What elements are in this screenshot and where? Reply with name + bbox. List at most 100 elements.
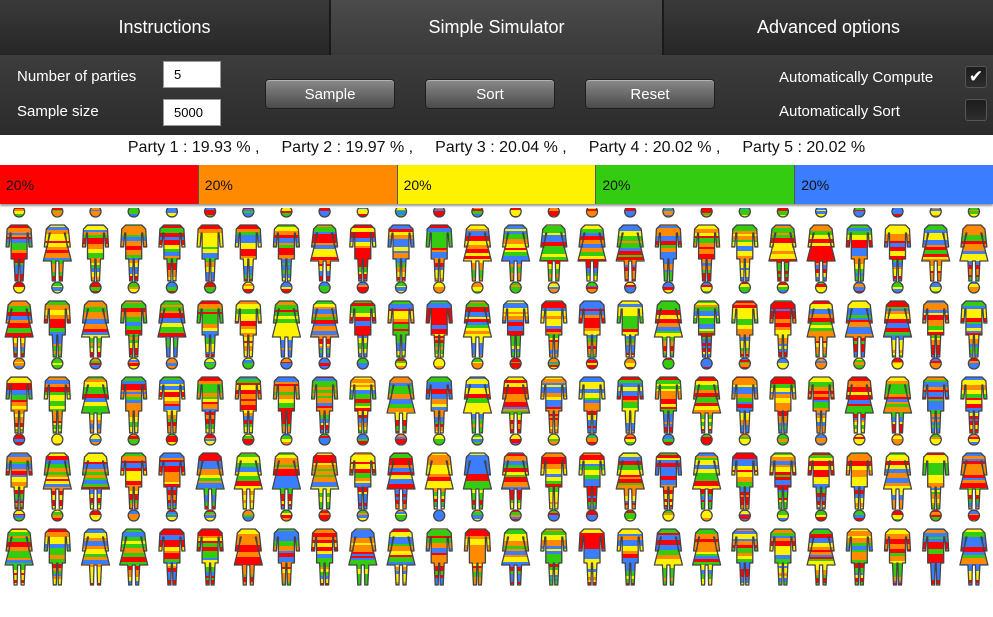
woman-icon	[882, 433, 913, 510]
auto-compute-checkbox[interactable]: ✔	[965, 66, 987, 88]
man-icon	[349, 357, 377, 434]
man-icon	[922, 281, 950, 358]
man-icon	[578, 509, 606, 586]
woman-icon	[806, 281, 836, 358]
man-icon	[387, 281, 415, 358]
woman-icon	[80, 509, 111, 586]
man-icon	[731, 281, 759, 358]
man-icon	[43, 357, 71, 434]
party-2-result: Party 2 : 19.97 % ,	[281, 139, 414, 156]
man-icon	[845, 433, 873, 510]
auto-sort-checkbox[interactable]	[965, 99, 987, 121]
control-panel: Number of parties Sample size Sample Sor…	[0, 55, 993, 135]
parties-input[interactable]	[163, 61, 221, 88]
woman-icon	[539, 208, 569, 282]
man-icon	[807, 357, 835, 434]
man-icon	[425, 281, 453, 358]
man-icon	[769, 433, 797, 510]
woman-icon	[500, 208, 531, 282]
man-icon	[349, 208, 377, 282]
tab-advanced-options[interactable]: Advanced options	[664, 0, 993, 55]
woman-icon	[806, 208, 836, 282]
party-4-result: Party 4 : 20.02 % ,	[588, 139, 721, 156]
man-icon	[731, 509, 759, 586]
man-icon	[578, 433, 606, 510]
reset-button[interactable]: Reset	[585, 79, 715, 109]
woman-icon	[882, 281, 913, 358]
man-icon	[654, 208, 683, 282]
man-icon	[578, 357, 606, 434]
man-icon	[731, 357, 759, 434]
tab-bar: Instructions Simple Simulator Advanced o…	[0, 0, 993, 55]
man-icon	[540, 509, 568, 586]
man-icon	[234, 281, 262, 358]
woman-icon	[462, 433, 493, 510]
woman-icon	[500, 509, 531, 586]
sort-button[interactable]: Sort	[425, 79, 555, 109]
man-icon	[845, 208, 873, 282]
woman-icon	[844, 281, 874, 358]
woman-icon	[80, 357, 111, 434]
woman-icon	[959, 509, 989, 586]
man-icon	[272, 208, 301, 282]
woman-icon	[653, 281, 684, 358]
man-icon	[120, 208, 148, 282]
distribution-bar: 20% 20% 20% 20% 20%	[0, 165, 993, 204]
man-icon	[807, 433, 835, 510]
party-2-segment: 20%	[198, 165, 398, 204]
party-1-result: Party 1 : 19.93 % ,	[127, 139, 260, 156]
woman-icon	[959, 433, 989, 510]
man-icon	[5, 433, 33, 510]
woman-icon	[500, 433, 531, 510]
man-icon	[196, 208, 224, 282]
woman-icon	[386, 357, 416, 434]
party-5-segment: 20%	[795, 165, 993, 204]
parties-label: Number of parties	[17, 68, 137, 85]
man-icon	[578, 281, 606, 358]
man-icon	[616, 281, 644, 358]
man-icon	[654, 357, 683, 434]
man-icon	[960, 357, 988, 434]
woman-icon	[691, 509, 722, 586]
woman-icon	[233, 433, 263, 510]
man-icon	[43, 281, 71, 358]
woman-icon	[42, 433, 72, 510]
man-icon	[120, 281, 148, 358]
party-3-result: Party 3 : 20.04 % ,	[435, 139, 567, 156]
man-icon	[692, 281, 721, 358]
man-icon	[883, 208, 912, 282]
man-icon	[196, 509, 224, 586]
results-line: Party 1 : 19.93 % , Party 2 : 19.97 % , …	[0, 139, 993, 161]
party-4-segment: 20%	[596, 165, 796, 204]
sample-button[interactable]: Sample	[265, 79, 395, 109]
man-icon	[310, 509, 339, 586]
sample-size-input[interactable]	[163, 99, 221, 126]
party-3-segment: 20%	[397, 165, 597, 204]
man-icon	[387, 208, 415, 282]
woman-icon	[309, 281, 340, 358]
woman-icon	[271, 281, 302, 358]
woman-icon	[42, 208, 72, 282]
woman-icon	[959, 208, 989, 282]
woman-icon	[844, 357, 874, 434]
man-icon	[960, 281, 988, 358]
man-icon	[349, 433, 377, 510]
man-icon	[922, 357, 950, 434]
woman-icon	[462, 208, 493, 282]
man-icon	[922, 433, 950, 510]
man-icon	[310, 357, 339, 434]
woman-icon	[615, 433, 645, 510]
woman-icon	[157, 281, 187, 358]
woman-icon	[462, 357, 493, 434]
man-icon	[196, 281, 224, 358]
checkmark-icon: ✔	[968, 67, 984, 86]
auto-sort-label: Automatically Sort	[779, 103, 900, 120]
man-icon	[425, 357, 453, 434]
man-icon	[845, 509, 873, 586]
tab-instructions[interactable]: Instructions	[0, 0, 331, 55]
man-icon	[731, 208, 759, 282]
man-icon	[5, 357, 33, 434]
man-icon	[5, 208, 33, 282]
woman-icon	[80, 433, 111, 510]
tab-simple-simulator[interactable]: Simple Simulator	[331, 0, 664, 55]
